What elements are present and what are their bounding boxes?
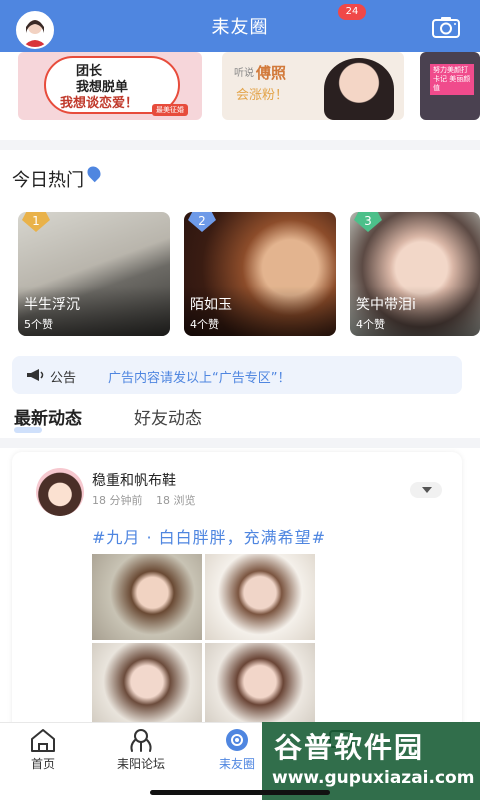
post-time: 18 分钟前: [92, 494, 143, 507]
hot-card-likes: 4个赞: [356, 318, 385, 331]
banner-portrait: [324, 58, 394, 120]
nav-forum-label: 耒阳论坛: [116, 757, 165, 771]
watermark-title: 谷普软件园: [274, 731, 425, 764]
rank-badge: 3: [354, 212, 382, 232]
hot-card-likes: 5个赞: [24, 318, 53, 331]
banner-text: 努力美颜打卡记 美丽颜值: [430, 64, 474, 95]
top-bar: 耒友圈: [0, 0, 480, 52]
hot-card[interactable]: 1 半生浮沉 5个赞: [18, 212, 170, 336]
banner-text: 我想谈恋爱！: [60, 96, 139, 111]
post-text[interactable]: #九月 · 白白胖胖，充满希望#: [92, 524, 326, 548]
forum-icon: [130, 729, 152, 752]
section-divider: [0, 140, 480, 150]
megaphone-icon: [27, 369, 44, 381]
rank-badge: 2: [188, 212, 216, 232]
tab-latest[interactable]: 最新动态: [14, 404, 82, 429]
post-photo[interactable]: [92, 554, 202, 640]
post-meta: 18 分钟前 18 浏览: [92, 492, 206, 508]
nav-forum[interactable]: 耒阳论坛: [106, 727, 176, 772]
hot-card-name: 陌如玉: [190, 297, 232, 313]
hot-card-likes: 4个赞: [190, 318, 219, 331]
avatar-icon: [18, 13, 52, 47]
section-divider: [0, 438, 480, 448]
hot-card-name: 笑中带泪i: [356, 297, 416, 313]
tab-friends[interactable]: 好友动态: [134, 404, 202, 429]
home-icon: [31, 729, 55, 752]
rank-badge: 1: [22, 212, 50, 232]
page-title: 耒友圈: [211, 17, 269, 38]
author-name[interactable]: 稳重和帆布鞋: [92, 470, 176, 490]
hot-card-name: 半生浮沉: [24, 297, 80, 313]
more-dropdown-icon[interactable]: [410, 482, 442, 498]
author-avatar[interactable]: [36, 468, 84, 516]
banner-beauty[interactable]: 努力美颜打卡记 美丽颜值: [420, 52, 480, 120]
post-photo[interactable]: [205, 643, 315, 729]
watermark-url: www.gupuxiazai.com: [272, 768, 475, 788]
user-avatar[interactable]: [16, 11, 54, 49]
banner-text: 听说: [234, 68, 254, 79]
banner-text: 会涨粉！: [236, 88, 289, 103]
home-indicator: [150, 790, 330, 795]
post-photo[interactable]: [92, 643, 202, 729]
banner-photo[interactable]: 听说 傅照 会涨粉！: [222, 52, 404, 120]
banner-dating[interactable]: 团长 我想脱单 我想谈恋爱！ 最美征婚: [18, 52, 202, 120]
post-views: 18 浏览: [156, 494, 196, 507]
banner-tag: 最美征婚: [152, 104, 188, 116]
camera-icon[interactable]: [432, 16, 460, 38]
watermark: 谷普软件园 www.gupuxiazai.com: [262, 722, 480, 800]
announcement-bar[interactable]: 公告 广告内容请发以上“广告专区”！: [12, 356, 462, 394]
banner-text: 傅照: [256, 64, 287, 82]
circle-icon: [226, 729, 248, 751]
banner-carousel[interactable]: 团长 我想脱单 我想谈恋爱！ 最美征婚 听说 傅照 会涨粉！ 努力美颜打卡记 美…: [0, 52, 480, 134]
nav-home[interactable]: 首页: [8, 727, 78, 772]
hot-card[interactable]: 3 笑中带泪i 4个赞: [350, 212, 480, 336]
drop-icon: [84, 163, 104, 183]
nav-home-label: 首页: [30, 757, 55, 771]
unread-badge: 24: [338, 4, 366, 20]
post-photo[interactable]: [205, 554, 315, 640]
hot-section-title: 今日热门: [12, 170, 84, 191]
announcement-label: 公告: [50, 371, 77, 386]
post-card[interactable]: 稳重和帆布鞋 18 分钟前 18 浏览 #九月 · 白白胖胖，充满希望#: [12, 452, 462, 742]
announcement-text: 广告内容请发以上“广告专区”！: [108, 371, 291, 386]
hot-card[interactable]: 2 陌如玉 4个赞: [184, 212, 336, 336]
